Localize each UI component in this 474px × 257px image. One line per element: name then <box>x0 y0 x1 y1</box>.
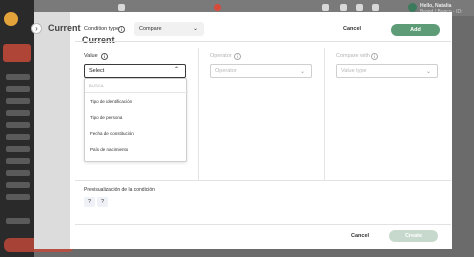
create-button[interactable]: Create <box>389 230 438 242</box>
app-sidebar <box>0 0 34 257</box>
compare-with-label: Compare with <box>336 53 370 59</box>
app-logo <box>4 12 18 26</box>
add-button[interactable]: Add <box>391 24 440 36</box>
dropdown-option[interactable]: Fecha de constitución <box>90 131 134 136</box>
sidebar-item[interactable] <box>6 158 30 164</box>
grid-icon[interactable] <box>372 4 379 11</box>
notifications-icon[interactable] <box>356 4 363 11</box>
dropdown-search-input[interactable]: BUSCA <box>89 83 104 88</box>
info-icon[interactable]: i <box>118 26 125 33</box>
column-divider <box>324 48 325 180</box>
dropdown-option[interactable]: País de nacimiento <box>90 147 128 152</box>
divider <box>75 180 451 181</box>
info-icon[interactable]: i <box>234 53 241 60</box>
operator-label: Operator <box>210 53 232 59</box>
operator-placeholder: Operator <box>215 68 237 74</box>
info-icon[interactable]: i <box>371 53 378 60</box>
chevron-down-icon: ⌄ <box>299 69 305 75</box>
sidebar-item[interactable] <box>6 86 30 92</box>
sidebar-item[interactable] <box>6 122 30 128</box>
value-select-placeholder: Select <box>89 68 105 74</box>
preview-chip: ? <box>84 197 95 207</box>
app-icon <box>118 4 125 11</box>
collapse-button[interactable]: › <box>31 23 42 34</box>
sidebar-item[interactable] <box>6 218 30 224</box>
divider <box>85 92 188 93</box>
drawer-side-panel <box>34 12 70 249</box>
page-title: Current <box>82 35 115 45</box>
dropdown-option[interactable]: Tipo de identificación <box>90 99 132 104</box>
info-icon[interactable]: i <box>101 53 108 60</box>
condition-type-value: Compare <box>139 26 162 32</box>
dropdown-option[interactable]: Tipo de persona <box>90 115 122 120</box>
sidebar-item[interactable] <box>6 170 30 176</box>
preview-label: Previsualización de la condición <box>84 187 155 193</box>
condition-type-select[interactable]: Compare ⌄ <box>134 22 204 36</box>
sidebar-item-active[interactable] <box>3 44 31 62</box>
divider <box>75 41 451 42</box>
chevron-right-icon: › <box>35 24 38 33</box>
users-icon[interactable] <box>322 4 329 11</box>
condition-type-label: Condition type <box>84 26 120 32</box>
avatar[interactable] <box>408 3 417 12</box>
compare-with-placeholder: Value type <box>341 68 367 74</box>
divider <box>75 224 451 225</box>
sidebar-item[interactable] <box>6 134 30 140</box>
value-dropdown-menu: BUSCA Tipo de identificación Tipo de per… <box>84 78 188 162</box>
sidebar-item[interactable] <box>6 182 30 188</box>
preview-chip: ? <box>97 197 108 207</box>
notification-dot-icon[interactable] <box>214 4 221 11</box>
chevron-down-icon: ⌄ <box>192 26 198 32</box>
sidebar-item[interactable] <box>6 194 30 200</box>
page-title: Current <box>48 23 81 33</box>
sidebar-item[interactable] <box>6 98 30 104</box>
column-divider <box>198 48 199 180</box>
help-icon[interactable] <box>340 4 347 11</box>
cancel-button[interactable]: Cancel <box>351 233 369 239</box>
sidebar-item[interactable] <box>6 146 30 152</box>
compare-with-select[interactable]: Value type ⌄ <box>336 64 438 78</box>
sidebar-item[interactable] <box>6 110 30 116</box>
value-select[interactable]: Select ⌃ <box>84 64 186 78</box>
value-label: Value <box>84 53 98 59</box>
chevron-up-icon: ⌃ <box>173 67 179 73</box>
chevron-down-icon: ⌄ <box>425 69 431 75</box>
cancel-button[interactable]: Cancel <box>343 26 361 32</box>
operator-select[interactable]: Operator ⌄ <box>210 64 312 78</box>
sidebar-item[interactable] <box>6 74 30 80</box>
